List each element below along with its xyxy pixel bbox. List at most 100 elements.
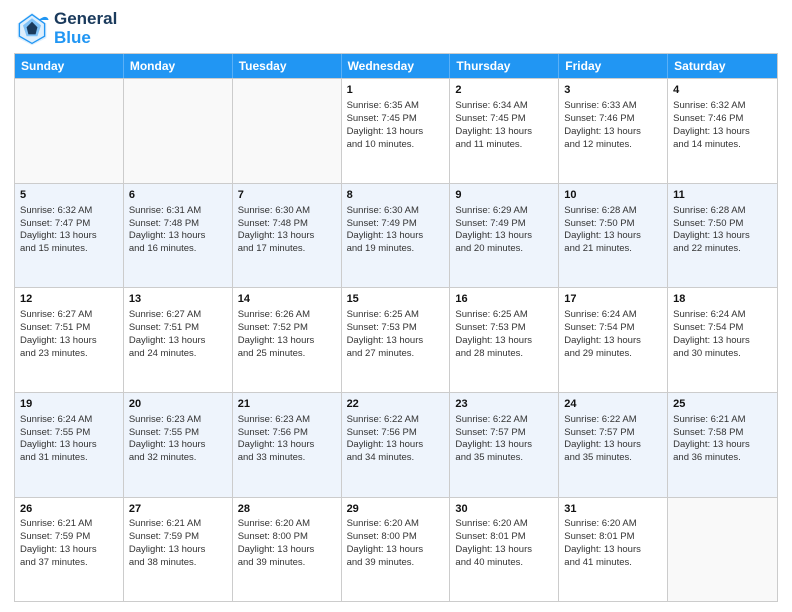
calendar-day-18: 18 Sunrise: 6:24 AM Sunset: 7:54 PM Dayli… bbox=[668, 288, 777, 392]
day-number: 1 bbox=[347, 83, 445, 98]
day-number: 24 bbox=[564, 397, 662, 412]
day-info: Sunrise: 6:20 AM Sunset: 8:00 PM Dayligh… bbox=[238, 518, 315, 567]
calendar-day-2: 2Sunrise: 6:34 AM Sunset: 7:45 PM Daylig… bbox=[450, 79, 559, 183]
weekday-header-sunday: Sunday bbox=[15, 54, 124, 78]
weekday-header-tuesday: Tuesday bbox=[233, 54, 342, 78]
calendar-day-5: 5 Sunrise: 6:32 AM Sunset: 7:47 PM Daylig… bbox=[15, 184, 124, 288]
day-number: 5 bbox=[20, 188, 118, 203]
calendar-day-8: 8 Sunrise: 6:30 AM Sunset: 7:49 PM Daylig… bbox=[342, 184, 451, 288]
day-info: Sunrise: 6:22 AM Sunset: 7:56 PM Dayligh… bbox=[347, 414, 424, 463]
day-info: Sunrise: 6:25 AM Sunset: 7:53 PM Dayligh… bbox=[347, 309, 424, 358]
calendar-day-6: 6 Sunrise: 6:31 AM Sunset: 7:48 PM Daylig… bbox=[124, 184, 233, 288]
calendar-row: 19Sunrise: 6:24 AM Sunset: 7:55 PM Dayli… bbox=[15, 392, 777, 497]
day-info: Sunrise: 6:22 AM Sunset: 7:57 PM Dayligh… bbox=[564, 414, 641, 463]
day-info: Sunrise: 6:30 AM Sunset: 7:48 PM Dayligh… bbox=[238, 205, 315, 254]
day-info: Sunrise: 6:23 AM Sunset: 7:55 PM Dayligh… bbox=[129, 414, 206, 463]
calendar-day-20: 20 Sunrise: 6:23 AM Sunset: 7:55 PM Dayli… bbox=[124, 393, 233, 497]
calendar-day-22: 22 Sunrise: 6:22 AM Sunset: 7:56 PM Dayli… bbox=[342, 393, 451, 497]
day-info: Sunrise: 6:33 AM Sunset: 7:46 PM Dayligh… bbox=[564, 100, 641, 149]
day-number: 12 bbox=[20, 292, 118, 307]
calendar-day-14: 14 Sunrise: 6:26 AM Sunset: 7:52 PM Dayli… bbox=[233, 288, 342, 392]
day-info: Sunrise: 6:24 AM Sunset: 7:54 PM Dayligh… bbox=[564, 309, 641, 358]
calendar-empty-cell bbox=[124, 79, 233, 183]
calendar-day-12: 12 Sunrise: 6:27 AM Sunset: 7:51 PM Dayli… bbox=[15, 288, 124, 392]
calendar-day-26: 26Sunrise: 6:21 AM Sunset: 7:59 PM Dayli… bbox=[15, 498, 124, 602]
calendar-row: 26Sunrise: 6:21 AM Sunset: 7:59 PM Dayli… bbox=[15, 497, 777, 602]
day-number: 14 bbox=[238, 292, 336, 307]
day-info: Sunrise: 6:35 AM Sunset: 7:45 PM Dayligh… bbox=[347, 100, 424, 149]
header: General Blue bbox=[14, 10, 778, 47]
day-number: 28 bbox=[238, 502, 336, 517]
weekday-header-thursday: Thursday bbox=[450, 54, 559, 78]
calendar-day-24: 24 Sunrise: 6:22 AM Sunset: 7:57 PM Dayli… bbox=[559, 393, 668, 497]
day-info: Sunrise: 6:30 AM Sunset: 7:49 PM Dayligh… bbox=[347, 205, 424, 254]
day-number: 7 bbox=[238, 188, 336, 203]
day-info: Sunrise: 6:21 AM Sunset: 7:59 PM Dayligh… bbox=[20, 518, 97, 567]
calendar-day-3: 3 Sunrise: 6:33 AM Sunset: 7:46 PM Daylig… bbox=[559, 79, 668, 183]
day-number: 23 bbox=[455, 397, 553, 412]
day-info: Sunrise: 6:27 AM Sunset: 7:51 PM Dayligh… bbox=[20, 309, 97, 358]
calendar-day-31: 31Sunrise: 6:20 AM Sunset: 8:01 PM Dayli… bbox=[559, 498, 668, 602]
day-info: Sunrise: 6:24 AM Sunset: 7:54 PM Dayligh… bbox=[673, 309, 750, 358]
day-number: 3 bbox=[564, 83, 662, 98]
day-number: 16 bbox=[455, 292, 553, 307]
day-info: Sunrise: 6:26 AM Sunset: 7:52 PM Dayligh… bbox=[238, 309, 315, 358]
calendar-row: 1 Sunrise: 6:35 AM Sunset: 7:45 PM Daylig… bbox=[15, 78, 777, 183]
calendar-day-16: 16 Sunrise: 6:25 AM Sunset: 7:53 PM Dayli… bbox=[450, 288, 559, 392]
day-info: Sunrise: 6:21 AM Sunset: 7:58 PM Dayligh… bbox=[673, 414, 750, 463]
day-number: 8 bbox=[347, 188, 445, 203]
day-number: 6 bbox=[129, 188, 227, 203]
day-number: 21 bbox=[238, 397, 336, 412]
weekday-header-friday: Friday bbox=[559, 54, 668, 78]
day-number: 26 bbox=[20, 502, 118, 517]
calendar-day-4: 4 Sunrise: 6:32 AM Sunset: 7:46 PM Daylig… bbox=[668, 79, 777, 183]
day-info: Sunrise: 6:32 AM Sunset: 7:47 PM Dayligh… bbox=[20, 205, 97, 254]
day-info: Sunrise: 6:23 AM Sunset: 7:56 PM Dayligh… bbox=[238, 414, 315, 463]
calendar-row: 12 Sunrise: 6:27 AM Sunset: 7:51 PM Dayli… bbox=[15, 287, 777, 392]
day-info: Sunrise: 6:25 AM Sunset: 7:53 PM Dayligh… bbox=[455, 309, 532, 358]
day-number: 20 bbox=[129, 397, 227, 412]
day-number: 9 bbox=[455, 188, 553, 203]
day-number: 31 bbox=[564, 502, 662, 517]
day-info: Sunrise: 6:31 AM Sunset: 7:48 PM Dayligh… bbox=[129, 205, 206, 254]
calendar-header: SundayMondayTuesdayWednesdayThursdayFrid… bbox=[15, 54, 777, 78]
day-number: 17 bbox=[564, 292, 662, 307]
calendar-day-19: 19Sunrise: 6:24 AM Sunset: 7:55 PM Dayli… bbox=[15, 393, 124, 497]
day-number: 13 bbox=[129, 292, 227, 307]
calendar: SundayMondayTuesdayWednesdayThursdayFrid… bbox=[14, 53, 778, 602]
day-info: Sunrise: 6:28 AM Sunset: 7:50 PM Dayligh… bbox=[564, 205, 641, 254]
day-number: 15 bbox=[347, 292, 445, 307]
weekday-header-saturday: Saturday bbox=[668, 54, 777, 78]
day-number: 29 bbox=[347, 502, 445, 517]
day-number: 18 bbox=[673, 292, 772, 307]
day-number: 10 bbox=[564, 188, 662, 203]
calendar-day-21: 21 Sunrise: 6:23 AM Sunset: 7:56 PM Dayli… bbox=[233, 393, 342, 497]
day-number: 22 bbox=[347, 397, 445, 412]
calendar-day-23: 23 Sunrise: 6:22 AM Sunset: 7:57 PM Dayli… bbox=[450, 393, 559, 497]
calendar-empty-cell bbox=[668, 498, 777, 602]
day-info: Sunrise: 6:21 AM Sunset: 7:59 PM Dayligh… bbox=[129, 518, 206, 567]
day-info: Sunrise: 6:22 AM Sunset: 7:57 PM Dayligh… bbox=[455, 414, 532, 463]
day-number: 19 bbox=[20, 397, 118, 412]
day-info: Sunrise: 6:20 AM Sunset: 8:01 PM Dayligh… bbox=[564, 518, 641, 567]
logo: General Blue bbox=[14, 10, 117, 47]
day-info: Sunrise: 6:32 AM Sunset: 7:46 PM Dayligh… bbox=[673, 100, 750, 149]
day-info: Sunrise: 6:27 AM Sunset: 7:51 PM Dayligh… bbox=[129, 309, 206, 358]
logo-icon bbox=[14, 11, 50, 47]
calendar-day-25: 25 Sunrise: 6:21 AM Sunset: 7:58 PM Dayli… bbox=[668, 393, 777, 497]
day-number: 25 bbox=[673, 397, 772, 412]
day-number: 4 bbox=[673, 83, 772, 98]
day-info: Sunrise: 6:20 AM Sunset: 8:00 PM Dayligh… bbox=[347, 518, 424, 567]
calendar-empty-cell bbox=[15, 79, 124, 183]
calendar-day-11: 11Sunrise: 6:28 AM Sunset: 7:50 PM Dayli… bbox=[668, 184, 777, 288]
calendar-day-29: 29Sunrise: 6:20 AM Sunset: 8:00 PM Dayli… bbox=[342, 498, 451, 602]
calendar-day-13: 13 Sunrise: 6:27 AM Sunset: 7:51 PM Dayli… bbox=[124, 288, 233, 392]
day-info: Sunrise: 6:29 AM Sunset: 7:49 PM Dayligh… bbox=[455, 205, 532, 254]
day-number: 11 bbox=[673, 188, 772, 203]
day-number: 30 bbox=[455, 502, 553, 517]
weekday-header-wednesday: Wednesday bbox=[342, 54, 451, 78]
day-info: Sunrise: 6:20 AM Sunset: 8:01 PM Dayligh… bbox=[455, 518, 532, 567]
weekday-header-monday: Monday bbox=[124, 54, 233, 78]
calendar-day-10: 10 Sunrise: 6:28 AM Sunset: 7:50 PM Dayli… bbox=[559, 184, 668, 288]
day-number: 27 bbox=[129, 502, 227, 517]
